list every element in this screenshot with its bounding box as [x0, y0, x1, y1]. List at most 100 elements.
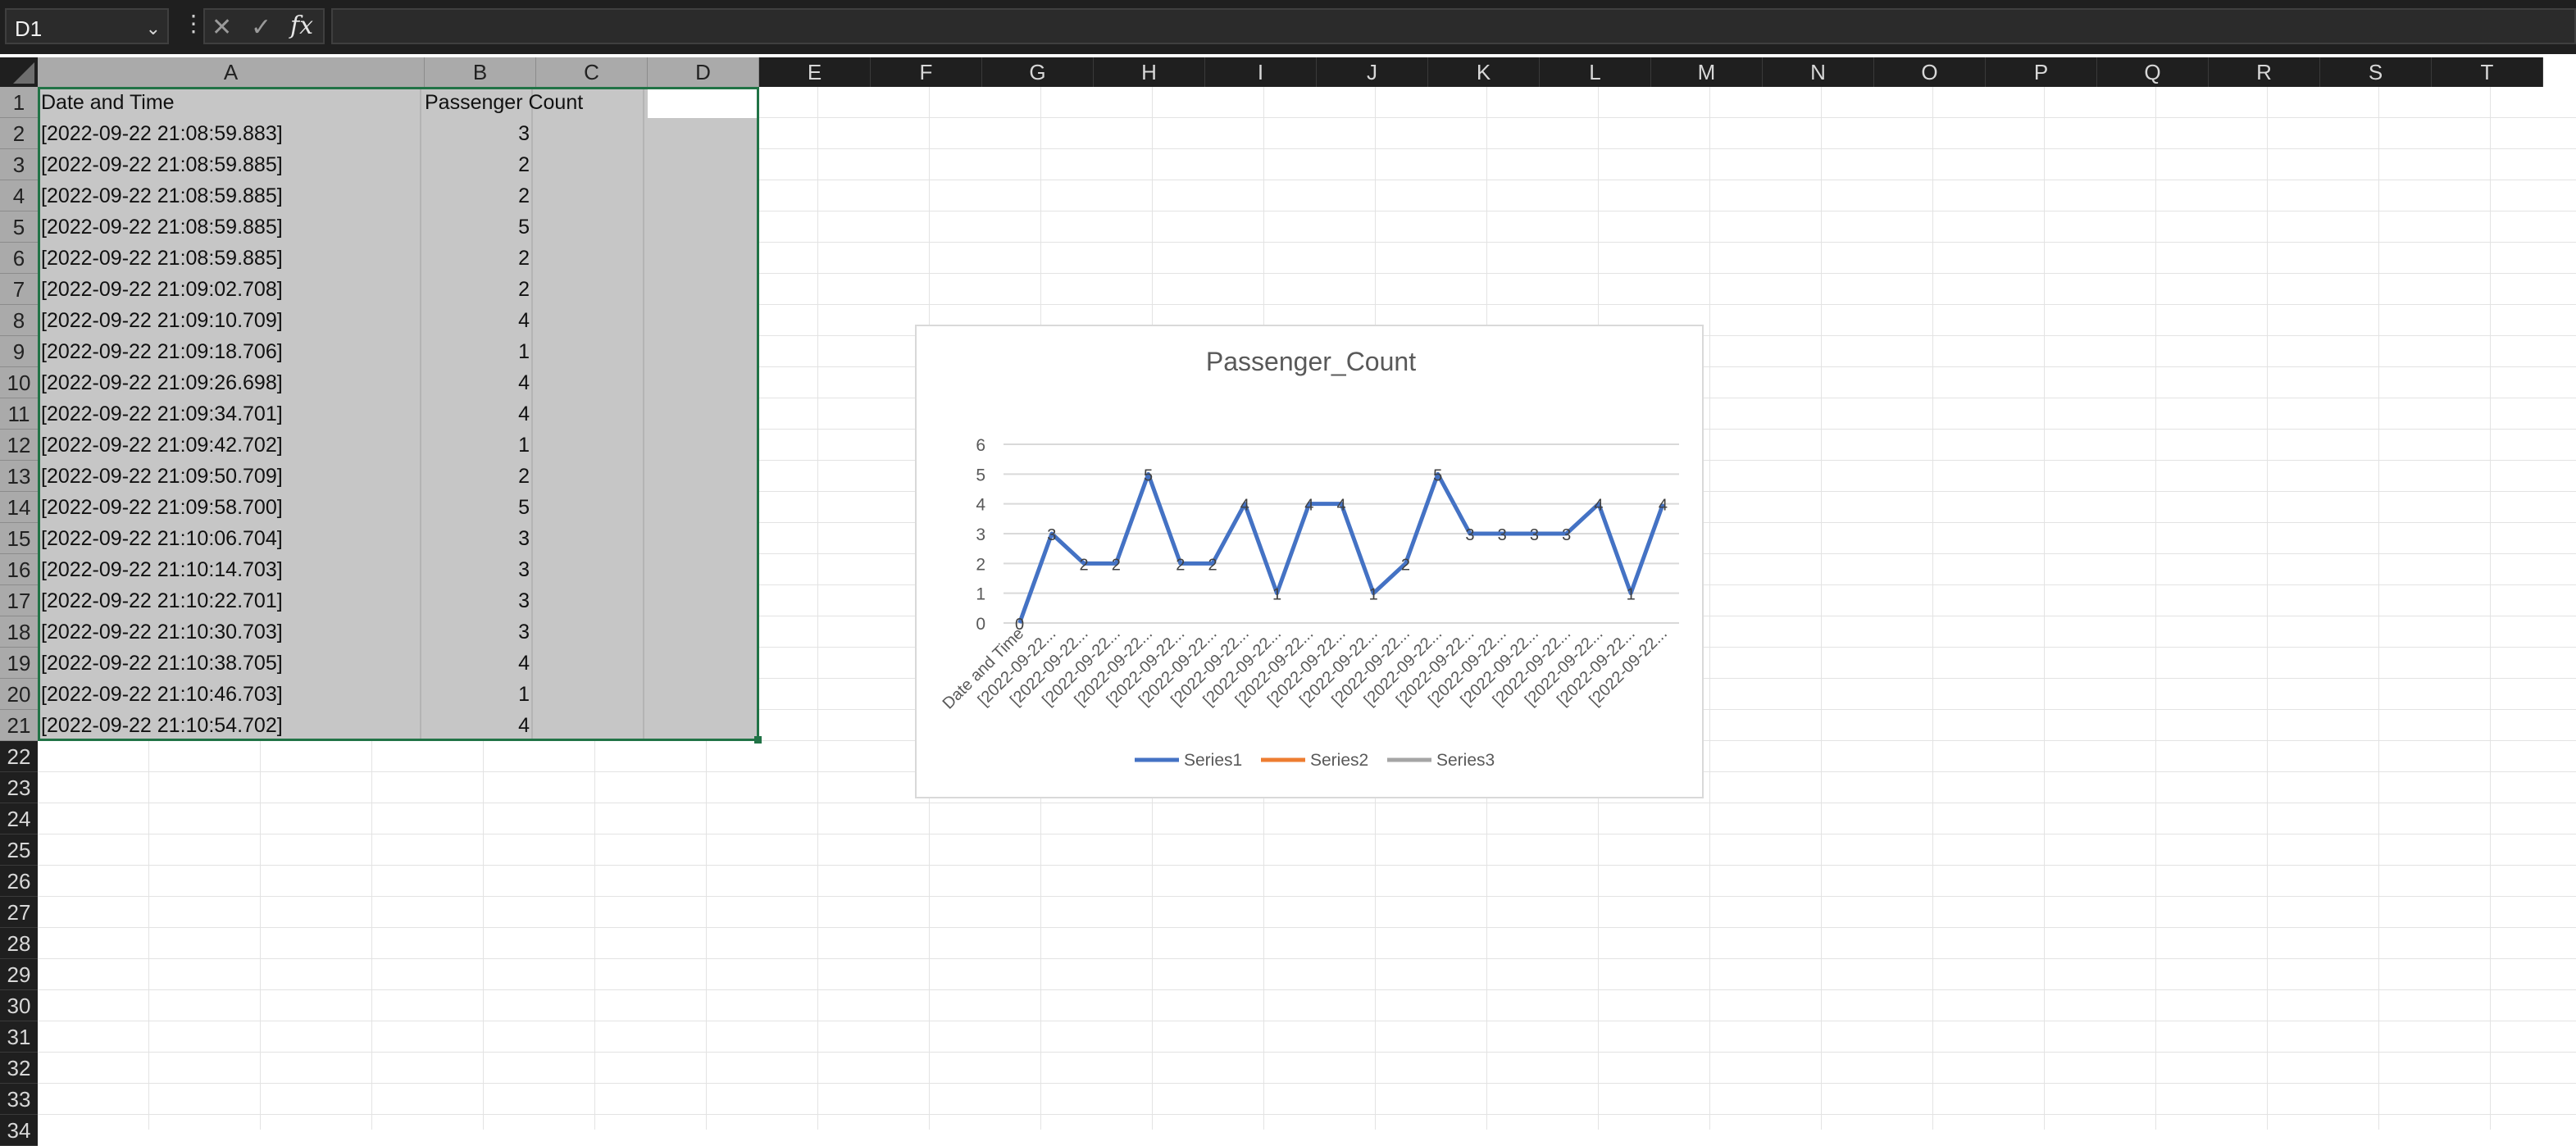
y-tick-label: 4: [976, 496, 985, 515]
data-label: 3: [1562, 526, 1571, 544]
row-header-21[interactable]: 21: [0, 710, 38, 741]
row-header-6[interactable]: 6: [0, 243, 38, 274]
row-header-24[interactable]: 24: [0, 803, 38, 834]
row-header-17[interactable]: 17: [0, 585, 38, 616]
data-label: 2: [1112, 556, 1121, 574]
data-label: 4: [1659, 497, 1668, 515]
formula-buttons: ✕ ✓ fx: [203, 8, 325, 44]
column-header-a[interactable]: A: [38, 57, 425, 87]
name-box-value: D1: [15, 16, 43, 41]
row-header-32[interactable]: 32: [0, 1053, 38, 1084]
column-header-t[interactable]: T: [2432, 57, 2543, 87]
formula-bar: D1 ⌄ ⋮ ✕ ✓ fx: [0, 0, 2576, 54]
row-header-31[interactable]: 31: [0, 1021, 38, 1053]
more-options-icon[interactable]: ⋮: [182, 10, 205, 37]
data-label: 2: [1401, 556, 1410, 574]
row-header-22[interactable]: 22: [0, 741, 38, 772]
data-label: 1: [1272, 586, 1281, 604]
row-header-13[interactable]: 13: [0, 461, 38, 492]
column-header-e[interactable]: E: [759, 57, 871, 87]
data-label: 5: [1144, 466, 1153, 484]
row-header-16[interactable]: 16: [0, 554, 38, 585]
data-label: 5: [1433, 466, 1442, 484]
row-header-27[interactable]: 27: [0, 897, 38, 928]
select-all-button[interactable]: [0, 57, 38, 87]
column-header-g[interactable]: G: [982, 57, 1094, 87]
column-header-c[interactable]: C: [536, 57, 648, 87]
column-header-j[interactable]: J: [1317, 57, 1428, 87]
data-label: 1: [1627, 586, 1636, 604]
column-header-p[interactable]: P: [1986, 57, 2097, 87]
legend-label: Series3: [1436, 751, 1495, 770]
y-tick-label: 2: [976, 555, 985, 574]
row-header-2[interactable]: 2: [0, 118, 38, 149]
row-header-20[interactable]: 20: [0, 679, 38, 710]
data-label: 2: [1080, 556, 1089, 574]
y-tick-label: 1: [976, 585, 985, 604]
insert-function-icon[interactable]: fx: [290, 11, 313, 40]
data-label: 3: [1465, 526, 1474, 544]
y-tick-label: 0: [976, 615, 985, 634]
row-header-18[interactable]: 18: [0, 616, 38, 648]
enter-icon[interactable]: ✓: [251, 13, 271, 42]
data-label: 4: [1594, 497, 1603, 515]
column-header-d[interactable]: D: [648, 57, 759, 87]
row-header-1[interactable]: 1: [0, 87, 38, 118]
line-chart: Passenger_Count0123456Date and Time[2022…: [940, 347, 1679, 770]
row-header-34[interactable]: 34: [0, 1115, 38, 1146]
column-header-n[interactable]: N: [1763, 57, 1874, 87]
row-header-25[interactable]: 25: [0, 834, 38, 866]
column-header-s[interactable]: S: [2320, 57, 2432, 87]
legend-label: Series1: [1184, 751, 1242, 770]
row-header-28[interactable]: 28: [0, 928, 38, 959]
row-header-4[interactable]: 4: [0, 180, 38, 211]
row-header-8[interactable]: 8: [0, 305, 38, 336]
selection-border: [38, 87, 759, 741]
chart-area[interactable]: Passenger_Count 0 1 2 3 4 5 6 Date and Time [2022…: [915, 325, 1704, 798]
y-tick-label: 6: [976, 436, 985, 455]
row-header-33[interactable]: 33: [0, 1084, 38, 1115]
row-header-11[interactable]: 11: [0, 398, 38, 430]
data-label: 1: [1369, 586, 1378, 604]
column-header-b[interactable]: B: [425, 57, 536, 87]
row-header-12[interactable]: 12: [0, 430, 38, 461]
data-label: 4: [1304, 497, 1313, 515]
data-label: 4: [1336, 497, 1345, 515]
fill-handle[interactable]: [754, 736, 762, 744]
column-header-o[interactable]: O: [1874, 57, 1986, 87]
column-header-k[interactable]: K: [1428, 57, 1540, 87]
column-header-m[interactable]: M: [1651, 57, 1763, 87]
column-header-f[interactable]: F: [871, 57, 982, 87]
data-label: 0: [1015, 616, 1024, 634]
formula-input[interactable]: [331, 8, 2576, 44]
column-header-r[interactable]: R: [2209, 57, 2320, 87]
data-label: 2: [1176, 556, 1185, 574]
data-label: 3: [1047, 526, 1056, 544]
row-header-19[interactable]: 19: [0, 648, 38, 679]
row-header-3[interactable]: 3: [0, 149, 38, 180]
row-header-26[interactable]: 26: [0, 866, 38, 897]
data-label: 3: [1530, 526, 1539, 544]
y-tick-label: 3: [976, 525, 985, 544]
row-header-5[interactable]: 5: [0, 211, 38, 243]
name-box[interactable]: D1 ⌄: [5, 8, 169, 44]
column-header-l[interactable]: L: [1540, 57, 1651, 87]
cancel-icon[interactable]: ✕: [212, 13, 232, 42]
column-header-i[interactable]: I: [1205, 57, 1317, 87]
row-header-14[interactable]: 14: [0, 492, 38, 523]
row-header-15[interactable]: 15: [0, 523, 38, 554]
row-header-23[interactable]: 23: [0, 772, 38, 803]
legend-label: Series2: [1310, 751, 1368, 770]
row-header-9[interactable]: 9: [0, 336, 38, 367]
data-label: 3: [1498, 526, 1507, 544]
row-header-30[interactable]: 30: [0, 990, 38, 1021]
row-header-7[interactable]: 7: [0, 274, 38, 305]
chart-title: Passenger_Count: [1206, 347, 1416, 376]
chevron-down-icon[interactable]: ⌄: [146, 18, 161, 39]
column-header-h[interactable]: H: [1094, 57, 1205, 87]
row-header-29[interactable]: 29: [0, 959, 38, 990]
column-header-q[interactable]: Q: [2097, 57, 2209, 87]
y-tick-label: 5: [976, 466, 985, 484]
data-label: 4: [1240, 497, 1249, 515]
row-header-10[interactable]: 10: [0, 367, 38, 398]
